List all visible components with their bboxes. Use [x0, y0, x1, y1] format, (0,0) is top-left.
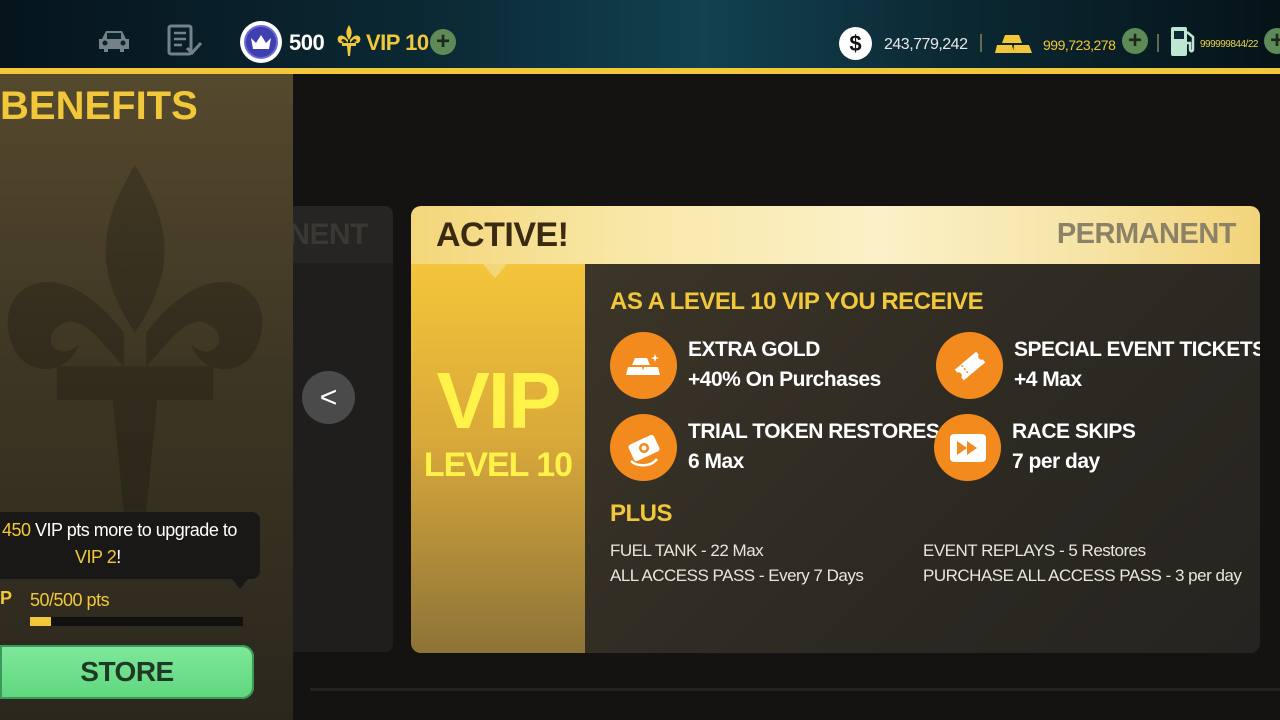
crown-icon [251, 35, 271, 49]
tooltip-points: 450 [2, 520, 31, 540]
vip-notch [483, 264, 507, 278]
benefit-value: 6 Max [688, 450, 744, 473]
dollar-icon: $ [839, 27, 872, 60]
extra-benefit: PURCHASE ALL ACCESS PASS - 3 per day [923, 566, 1242, 585]
extra-benefit: FUEL TANK - 22 Max [610, 541, 764, 560]
vip-plus-button[interactable]: + [430, 29, 456, 55]
benefits-content: AS A LEVEL 10 VIP YOU RECEIVE EXTRA GOLD… [585, 264, 1260, 653]
vip-progress-fill [30, 617, 52, 626]
benefit-title: EXTRA GOLD [688, 338, 820, 361]
card-header: ACTIVE! PERMANENT [411, 206, 1260, 264]
previous-benefit-card[interactable]: PERMANENT [293, 206, 393, 652]
previous-arrow-button[interactable]: < [302, 371, 355, 424]
vip-level-label: VIP 10 [366, 30, 429, 55]
vip-big-label: VIP [436, 356, 562, 445]
benefits-sidebar: BENEFITS 450 VIP pts more to upgrade to … [0, 74, 293, 720]
fleur-de-lis-icon [337, 25, 361, 56]
gold-plus-button[interactable]: + [1122, 28, 1148, 54]
fuel-plus-button[interactable]: + [1264, 28, 1280, 54]
benefit-title: SPECIAL EVENT TICKETS [1014, 338, 1260, 361]
progress-prefix: P [0, 588, 12, 608]
fuel-pump-icon [1171, 27, 1195, 56]
fast-forward-icon [934, 414, 1001, 481]
receive-title: AS A LEVEL 10 VIP YOU RECEIVE [610, 288, 984, 315]
gold-bars-icon [995, 35, 1032, 53]
separator [980, 34, 982, 52]
benefit-title: TRIAL TOKEN RESTORES [688, 420, 940, 443]
tooltip-end: ! [116, 547, 121, 567]
gold-amount: 999,723,278 [1043, 37, 1116, 53]
checklist-icon[interactable] [167, 24, 203, 58]
fuel-amount: 999999844/22 [1200, 39, 1258, 50]
progress-text: 50/500 pts [30, 590, 110, 610]
plus-title: PLUS [610, 500, 673, 527]
token-icon [610, 414, 677, 481]
tooltip-target: VIP 2 [75, 547, 117, 567]
fleur-de-lis-watermark-icon [7, 165, 263, 512]
top-bar: 500 VIP 10 + $ 243,779,242 999,723,278 +… [0, 0, 1280, 68]
ticket-icon [936, 332, 1003, 399]
benefit-value: +4 Max [1014, 368, 1082, 391]
vip-progress-bar [30, 617, 243, 626]
upgrade-tooltip: 450 VIP pts more to upgrade to VIP 2! [0, 512, 260, 579]
tooltip-text: VIP pts more to upgrade to [30, 520, 237, 540]
benefits-title: BENEFITS [0, 84, 198, 128]
benefit-value: +40% On Purchases [688, 368, 881, 391]
vip-benefit-card: ACTIVE! PERMANENT VIP LEVEL 10 AS A LEVE… [411, 206, 1260, 653]
divider [310, 688, 1280, 691]
previous-card-label: PERMANENT [293, 218, 368, 251]
car-icon[interactable] [97, 27, 131, 53]
vip-level-text: LEVEL 10 [423, 446, 573, 484]
crown-count: 500 [289, 30, 325, 55]
permanent-label: PERMANENT [1056, 218, 1237, 250]
tooltip-tail [232, 579, 248, 589]
active-status-label: ACTIVE! [436, 216, 569, 254]
gold-bars-icon [610, 332, 677, 399]
benefit-value: 7 per day [1012, 450, 1100, 473]
extra-benefit: ALL ACCESS PASS - Every 7 Days [610, 566, 864, 585]
extra-benefit: EVENT REPLAYS - 5 Restores [923, 541, 1146, 560]
previous-card-header: PERMANENT [293, 206, 393, 263]
store-button[interactable]: STORE [0, 645, 254, 699]
benefit-title: RACE SKIPS [1012, 420, 1136, 443]
crown-badge[interactable] [240, 21, 282, 63]
cash-amount: 243,779,242 [884, 36, 968, 53]
separator [1157, 34, 1159, 52]
